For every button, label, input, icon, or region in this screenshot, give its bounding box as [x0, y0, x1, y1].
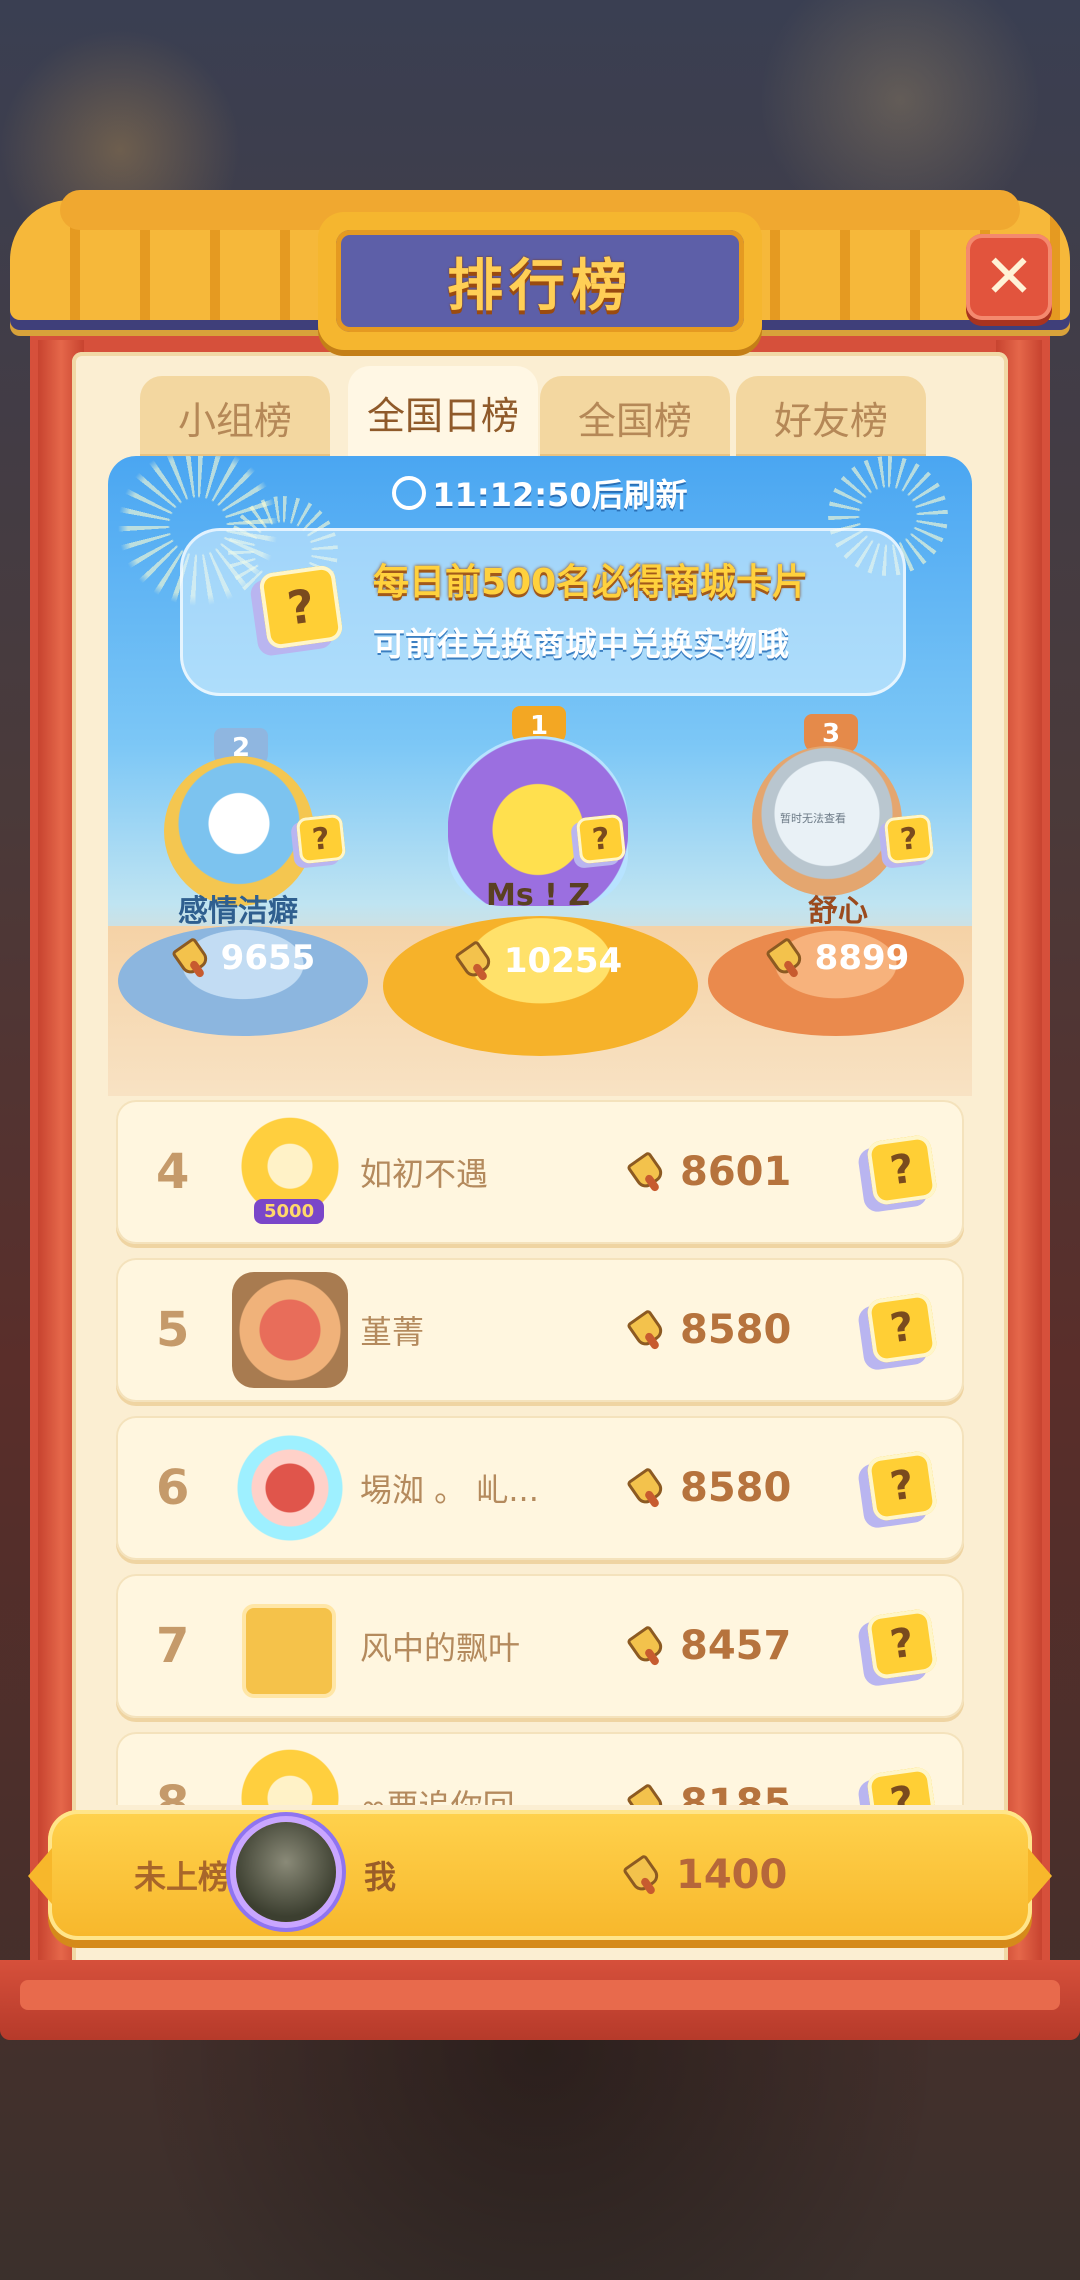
row-score: 8601 [626, 1100, 791, 1244]
tab-national[interactable]: 全国榜 [540, 376, 730, 458]
list-item[interactable]: 4 5000 如初不遇 8601 ? [116, 1100, 964, 1244]
row-score-value: 8185 [680, 1781, 792, 1805]
avatar[interactable]: 5000 [232, 1114, 348, 1230]
refresh-suffix: 后刷新 [591, 476, 688, 514]
my-rank-status: 未上榜 [134, 1858, 231, 1896]
my-name: 我 [364, 1858, 397, 1896]
top-three-area: 11:12:50后刷新 ? 每日前500名必得商城卡片 可前往兑换商城中兑换实物… [108, 456, 972, 1096]
refresh-timer: 11:12:50后刷新 [108, 470, 972, 516]
broom-icon [626, 1152, 666, 1192]
rank-1-score: 10254 [408, 926, 668, 996]
default-avatar-icon[interactable] [242, 1604, 336, 1698]
row-rank: 8 [156, 1776, 190, 1805]
row-rank: 4 [156, 1144, 190, 1200]
list-item[interactable]: 7 风中的飘叶 8457 ? [116, 1574, 964, 1718]
rank-2-score: 9655 [138, 928, 348, 988]
close-button[interactable]: ✕ [966, 234, 1052, 320]
rank-2-score-value: 9655 [220, 938, 316, 978]
tab-group[interactable]: 小组榜 [140, 376, 330, 458]
row-score-value: 8457 [680, 1623, 792, 1669]
rank-3-score-value: 8899 [814, 938, 910, 978]
broom-icon [626, 1784, 666, 1805]
avatar[interactable] [232, 1272, 348, 1388]
rank-1-score-value: 10254 [503, 941, 623, 981]
ranking-list[interactable]: 4 5000 如初不遇 8601 ? 5 堇菁 8580 ? 6 埸洳 。 乢.… [116, 1100, 964, 1805]
mystery-card-icon: ? [865, 1765, 939, 1805]
row-name: 如初不遇 [360, 1155, 489, 1193]
mystery-card-icon: ? [575, 813, 627, 865]
frame-base [20, 1980, 1060, 2010]
page-title: 排行榜 [447, 253, 633, 319]
rank-3-name: 舒心 [808, 894, 868, 929]
row-score: 8185 [626, 1732, 791, 1805]
list-item[interactable]: 6 埸洳 。 乢... 8580 ? [116, 1416, 964, 1560]
row-rank: 6 [156, 1460, 190, 1516]
row-name: ∞要追你回 [360, 1732, 515, 1805]
mystery-card-icon: ? [295, 813, 347, 865]
rank-3-avatar[interactable]: 暂时无法查看 [752, 746, 902, 896]
row-score-value: 8580 [680, 1465, 792, 1511]
row-name: 堇菁 [360, 1313, 425, 1351]
tab-friends[interactable]: 好友榜 [736, 376, 926, 458]
mystery-card-icon: ? [865, 1607, 939, 1681]
clock-icon [392, 476, 427, 510]
mystery-card-icon: ? [883, 813, 935, 865]
broom-icon [626, 1626, 666, 1666]
broom-icon [765, 938, 805, 978]
row-name: 风中的飘叶 [360, 1629, 521, 1667]
refresh-time: 11:12:50 [432, 476, 592, 514]
my-rank-bar[interactable]: 未上榜 我 1400 [28, 1810, 1052, 1940]
list-item[interactable]: 5 堇菁 8580 ? [116, 1258, 964, 1402]
banner-line-1: 每日前500名必得商城卡片 [373, 562, 809, 603]
row-score-value: 8580 [680, 1307, 792, 1353]
broom-icon [454, 941, 494, 981]
banner-line-2: 可前往兑换商城中兑换实物哦 [373, 625, 790, 663]
mystery-card-icon: ? [865, 1133, 939, 1207]
close-icon: ✕ [983, 242, 1035, 312]
mystery-card-icon: ? [865, 1449, 939, 1523]
mystery-card-icon: ? [258, 564, 344, 650]
mystery-card-icon: ? [865, 1291, 939, 1365]
row-score: 8580 [626, 1258, 791, 1402]
broom-icon [622, 1855, 662, 1895]
tab-national-daily[interactable]: 全国日榜 [348, 366, 538, 458]
rank-3-score: 8899 [732, 928, 942, 988]
title-plate: 排行榜 [318, 212, 762, 350]
my-avatar[interactable] [236, 1822, 336, 1922]
broom-icon [626, 1468, 666, 1508]
row-score: 8580 [626, 1416, 791, 1560]
title-inner: 排行榜 [336, 230, 744, 332]
avatar-unavailable-note: 暂时无法查看 [780, 812, 846, 825]
my-score: 1400 [622, 1810, 787, 1940]
row-score: 8457 [626, 1574, 791, 1718]
avatar-badge: 5000 [254, 1199, 325, 1224]
my-score-value: 1400 [676, 1852, 788, 1898]
row-rank: 5 [156, 1302, 190, 1358]
row-name: 埸洳 。 乢... [360, 1471, 539, 1509]
list-item[interactable]: 8 ∞要追你回 8185 ? [116, 1732, 964, 1805]
rank-1-name: Ms ! Z [485, 878, 591, 913]
rank-2-name: 感情洁癖 [178, 894, 298, 929]
broom-icon [626, 1310, 666, 1350]
broom-icon [171, 938, 211, 978]
reward-banner: ? 每日前500名必得商城卡片 可前往兑换商城中兑换实物哦 [180, 528, 906, 696]
row-rank: 7 [156, 1618, 190, 1674]
rank-2-avatar[interactable] [164, 756, 314, 906]
row-score-value: 8601 [680, 1149, 792, 1195]
avatar[interactable] [232, 1746, 348, 1805]
tab-bar: 小组榜 全国日榜 全国榜 好友榜 [140, 366, 940, 458]
avatar[interactable] [232, 1430, 348, 1546]
